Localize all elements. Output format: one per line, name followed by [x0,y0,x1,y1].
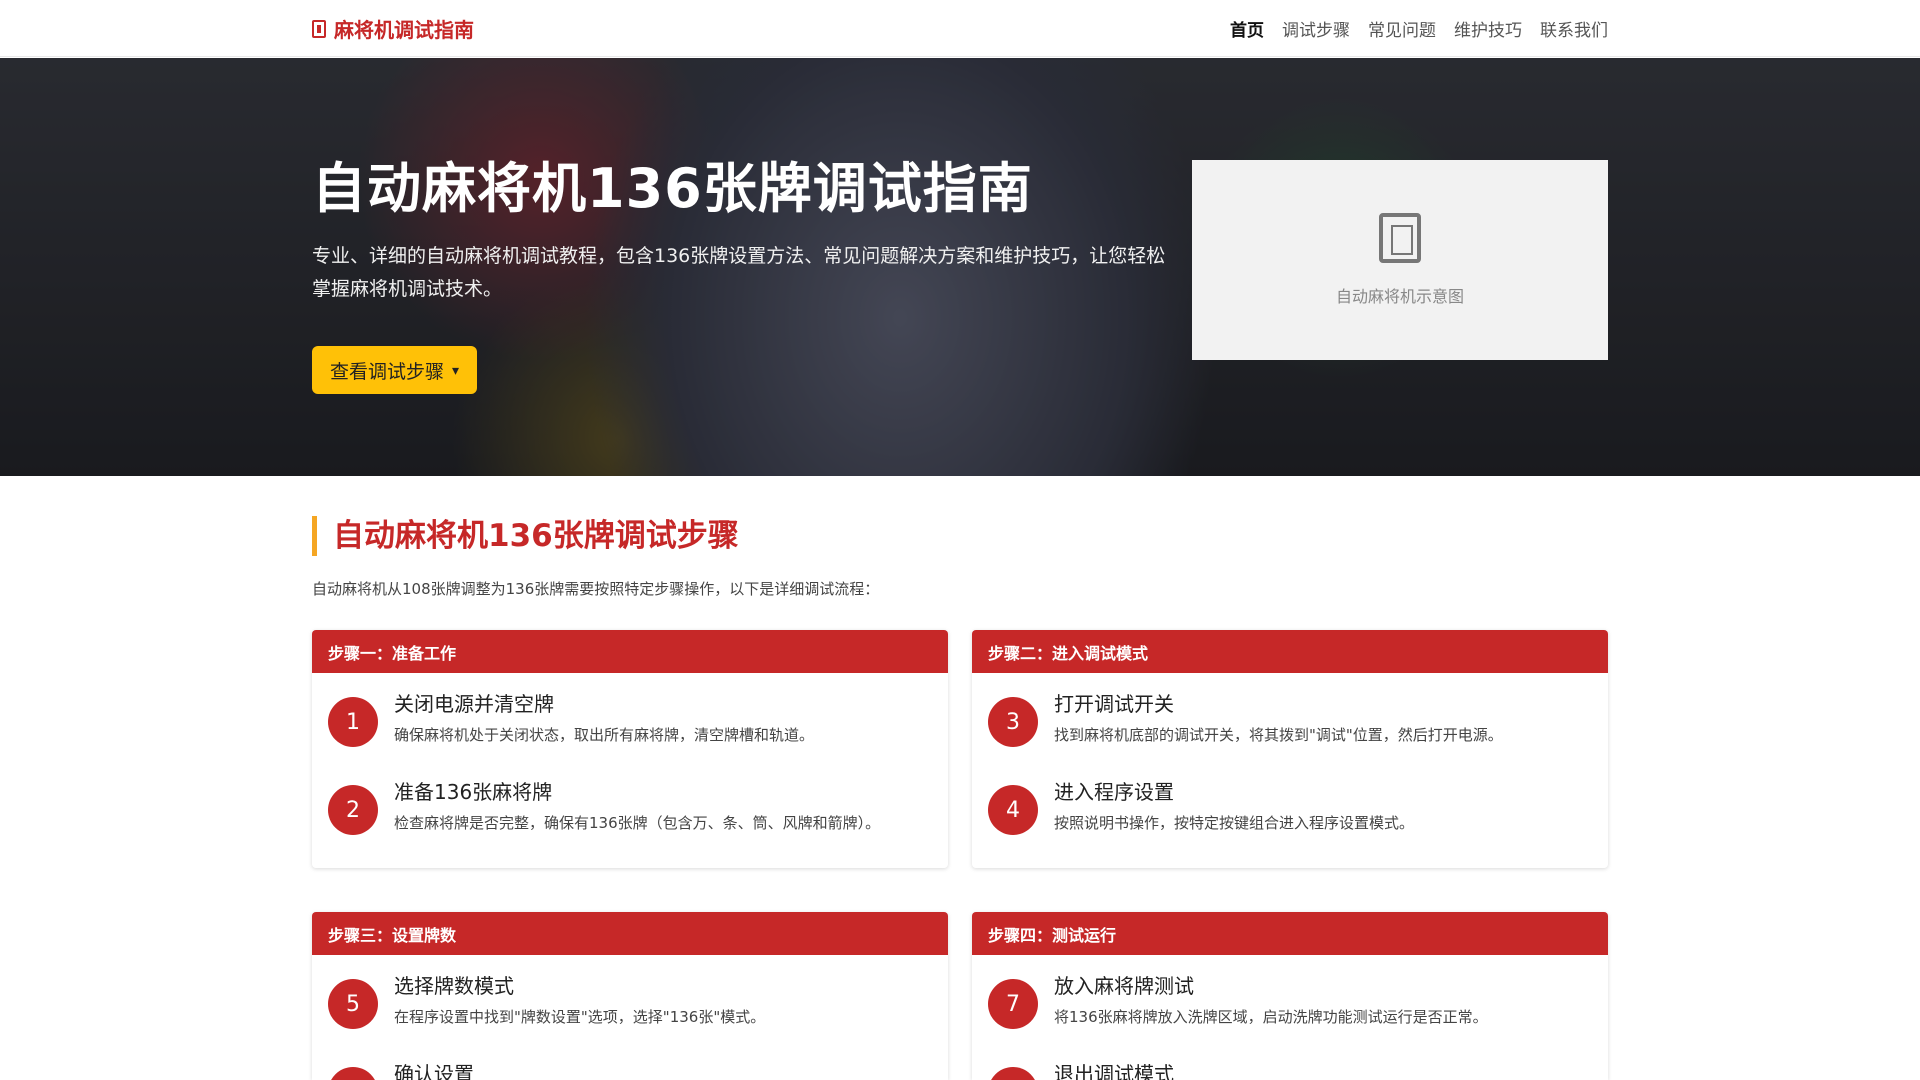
nav-link-maintenance[interactable]: 维护技巧 [1454,16,1522,41]
step-number-badge: 7 [988,979,1038,1029]
step-title: 确认设置 [394,1062,474,1080]
step-number-badge: 1 [328,697,378,747]
step-card-3: 步骤三：设置牌数 5 选择牌数模式 在程序设置中找到"牌数设置"选项，选择"13… [312,912,948,1080]
step-number-badge: 4 [988,785,1038,835]
step-number-badge: 5 [328,979,378,1029]
brand-logo[interactable]: 麻将机调试指南 [312,14,474,43]
step-title: 打开调试开关 [1054,692,1174,716]
hero-title: 自动麻将机136张牌调试指南 [312,157,1033,220]
nav-link-contact[interactable]: 联系我们 [1540,16,1608,41]
view-steps-button[interactable]: 查看调试步骤 ▾ [312,346,478,394]
card-header: 步骤二：进入调试模式 [972,630,1608,673]
hero-image-placeholder: 自动麻将机示意图 [1192,160,1608,360]
step-card-1: 步骤一：准备工作 1 关闭电源并清空牌 确保麻将机处于关闭状态，取出所有麻将牌，… [312,630,948,868]
step-title: 放入麻将牌测试 [1054,974,1194,998]
hero-subtitle: 专业、详细的自动麻将机调试教程，包含136张牌设置方法、常见问题解决方案和维护技… [312,245,1166,300]
step-item: 4 进入程序设置 按照说明书操作，按特定按键组合进入程序设置模式。 [988,777,1592,835]
step-description: 找到麻将机底部的调试开关，将其拨到"调试"位置，然后打开电源。 [1054,726,1503,744]
step-item: 1 关闭电源并清空牌 确保麻将机处于关闭状态，取出所有麻将牌，清空牌槽和轨道。 [328,689,932,747]
card-header: 步骤一：准备工作 [312,630,948,673]
arrow-down-icon: ▾ [452,361,460,378]
step-title: 准备136张麻将牌 [394,780,553,804]
step-number-badge: 8 [988,1067,1038,1080]
nav-link-faq[interactable]: 常见问题 [1368,16,1436,41]
step-item: 5 选择牌数模式 在程序设置中找到"牌数设置"选项，选择"136张"模式。 [328,971,932,1029]
view-steps-label: 查看调试步骤 [330,361,445,383]
brand-name: 麻将机调试指南 [334,18,474,42]
step-item: 2 准备136张麻将牌 检查麻将牌是否完整，确保有136张牌（包含万、条、筒、风… [328,777,932,835]
step-item: 6 确认设置 [328,1059,932,1080]
hero-banner: 自动麻将机136张牌调试指南 专业、详细的自动麻将机调试教程，包含136张牌设置… [0,58,1920,476]
step-number-badge: 6 [328,1067,378,1080]
step-description: 按照说明书操作，按特定按键组合进入程序设置模式。 [1054,814,1415,832]
step-card-2: 步骤二：进入调试模式 3 打开调试开关 找到麻将机底部的调试开关，将其拨到"调试… [972,630,1608,868]
step-number-badge: 3 [988,697,1038,747]
hero-image-label: 自动麻将机示意图 [1335,287,1464,306]
card-header: 步骤三：设置牌数 [312,912,948,955]
step-title: 进入程序设置 [1054,780,1174,804]
step-item: 8 退出调试模式 [988,1059,1592,1080]
step-item: 7 放入麻将牌测试 将136张麻将牌放入洗牌区域，启动洗牌功能测试运行是否正常。 [988,971,1592,1029]
card-header: 步骤四：测试运行 [972,912,1608,955]
section-intro: 自动麻将机从108张牌调整为136张牌需要按照特定步骤操作，以下是详细调试流程： [312,580,880,598]
step-card-4: 步骤四：测试运行 7 放入麻将牌测试 将136张麻将牌放入洗牌区域，启动洗牌功能… [972,912,1608,1080]
hero-text: 自动麻将机136张牌调试指南 专业、详细的自动麻将机调试教程，包含136张牌设置… [312,154,1172,394]
nav-link-home[interactable]: 首页 [1230,16,1264,41]
image-icon [1379,213,1421,263]
step-description: 将136张麻将牌放入洗牌区域，启动洗牌功能测试运行是否正常。 [1054,1008,1488,1026]
navbar: 麻将机调试指南 首页 调试步骤 常见问题 维护技巧 联系我们 [0,0,1920,57]
step-title: 选择牌数模式 [394,974,514,998]
section-title: 自动麻将机136张牌调试步骤 [312,516,1608,556]
mahjong-tile-icon [312,19,326,38]
step-description: 检查麻将牌是否完整，确保有136张牌（包含万、条、筒、风牌和箭牌）。 [394,814,881,832]
step-title: 退出调试模式 [1054,1062,1174,1080]
nav-link-steps[interactable]: 调试步骤 [1282,16,1350,41]
step-description: 在程序设置中找到"牌数设置"选项，选择"136张"模式。 [394,1008,766,1026]
step-number-badge: 2 [328,785,378,835]
nav-links: 首页 调试步骤 常见问题 维护技巧 联系我们 [1230,16,1608,41]
step-title: 关闭电源并清空牌 [394,692,554,716]
steps-section: 自动麻将机136张牌调试步骤 自动麻将机从108张牌调整为136张牌需要按照特定… [312,476,1608,599]
step-description: 确保麻将机处于关闭状态，取出所有麻将牌，清空牌槽和轨道。 [394,726,815,744]
step-item: 3 打开调试开关 找到麻将机底部的调试开关，将其拨到"调试"位置，然后打开电源。 [988,689,1592,747]
